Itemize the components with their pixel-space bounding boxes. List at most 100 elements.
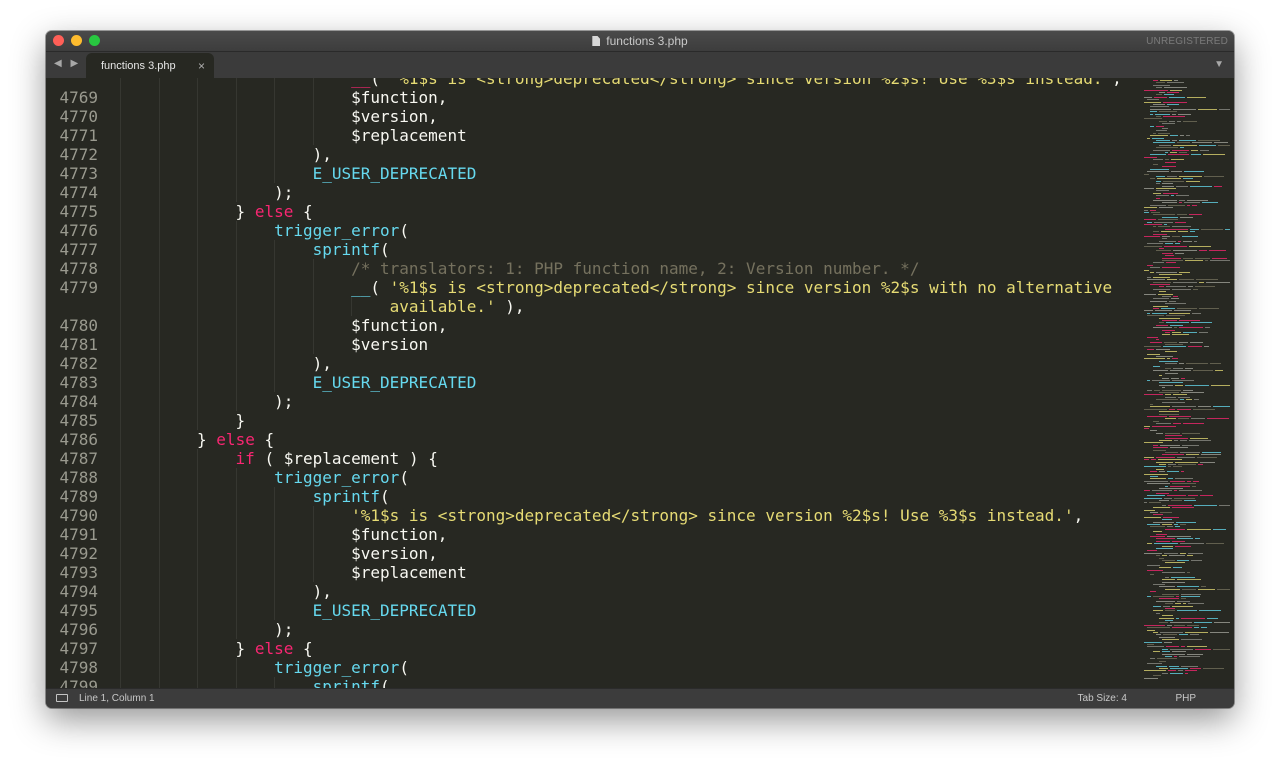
code-line[interactable]: 4771 $replacement: [46, 126, 1141, 145]
tab-close-icon[interactable]: ×: [198, 59, 205, 73]
minimap-stroke: [1184, 500, 1196, 501]
line-number: 4773: [59, 164, 98, 183]
code-line[interactable]: 4784);: [46, 392, 1141, 411]
minimap-stroke: [1165, 418, 1176, 420]
code-line[interactable]: 4780 $function,: [46, 316, 1141, 335]
minimap-stroke: [1209, 250, 1226, 252]
tab-menu-chevron-icon[interactable]: ▼: [1214, 59, 1224, 70]
minimap-stroke: [1144, 624, 1165, 626]
code-line[interactable]: 4792 $version,: [46, 544, 1141, 563]
syntax-selector[interactable]: PHP: [1175, 693, 1196, 704]
minimap-stroke: [1144, 456, 1154, 458]
minimap-stroke: [1159, 291, 1166, 293]
code-line[interactable]: available.' ),: [46, 297, 1141, 316]
code-token: ),: [495, 297, 525, 316]
indent-guide: [235, 354, 237, 373]
minimap-stroke: [1177, 456, 1195, 458]
code-line[interactable]: 4778 /* translators: 1: PHP function name…: [46, 259, 1141, 278]
code-line[interactable]: 4791 $function,: [46, 525, 1141, 544]
minimap-stroke: [1182, 432, 1200, 434]
code-line[interactable]: 4783 E_USER_DEPRECATED: [46, 373, 1141, 392]
indent-guide: [197, 354, 199, 373]
cursor-position[interactable]: Line 1, Column 1: [79, 693, 155, 704]
code-line[interactable]: 4793 $replacement: [46, 563, 1141, 582]
code-line[interactable]: 4779 __( '%1$s is <strong>deprecated</str…: [46, 278, 1141, 297]
minimap-stroke: [1162, 560, 1175, 561]
minimap-stroke: [1162, 672, 1168, 674]
code-line[interactable]: __( '%1$s is <strong>deprecated</strong>…: [46, 78, 1141, 88]
code-line[interactable]: 4790 '%1$s is <strong>deprecated</strong>…: [46, 506, 1141, 525]
indent-guide: [235, 620, 237, 639]
code-line[interactable]: 4770 $version,: [46, 107, 1141, 126]
minimap-stroke: [1190, 185, 1212, 187]
minimap-stroke: [1152, 380, 1170, 381]
minimap-stroke: [1144, 173, 1149, 175]
minimap-stroke: [1201, 627, 1207, 629]
code-editor[interactable]: __( '%1$s is <strong>deprecated</strong>…: [46, 78, 1234, 689]
tab-size-setting[interactable]: Tab Size: 4: [1078, 693, 1127, 704]
indent-guide: [235, 392, 237, 411]
minimap-stroke: [1159, 384, 1173, 386]
indent-guide: [235, 107, 237, 126]
minimap-stroke: [1144, 212, 1149, 213]
minimap-stroke: [1144, 156, 1157, 158]
code-line[interactable]: 4795 E_USER_DEPRECATED: [46, 601, 1141, 620]
code-line[interactable]: 4776 trigger_error(: [46, 221, 1141, 240]
code-line[interactable]: 4797} else {: [46, 639, 1141, 658]
minimap-stroke: [1159, 144, 1171, 146]
code-line[interactable]: 4772),: [46, 145, 1141, 164]
code-line[interactable]: 4781 $version: [46, 335, 1141, 354]
tab-nav-arrows-icon[interactable]: ◀ ▶: [54, 58, 81, 69]
code-line[interactable]: 4789 sprintf(: [46, 487, 1141, 506]
code-line[interactable]: 4769 $function,: [46, 88, 1141, 107]
code-area[interactable]: __( '%1$s is <strong>deprecated</strong>…: [46, 78, 1141, 689]
minimap-stroke: [1158, 293, 1173, 295]
code-line[interactable]: 4787 if ( $replacement ) {: [46, 449, 1141, 468]
minimap-stroke: [1199, 144, 1216, 146]
code-line[interactable]: 4774);: [46, 183, 1141, 202]
minimap-stroke: [1150, 154, 1166, 156]
indent-guide: [158, 221, 160, 240]
code-line[interactable]: 4785}: [46, 411, 1141, 430]
minimap-stroke: [1144, 394, 1163, 396]
panel-toggle-icon[interactable]: [56, 694, 68, 702]
code-line[interactable]: 4788 trigger_error(: [46, 468, 1141, 487]
indent-guide: [274, 373, 276, 392]
minimap-stroke: [1150, 591, 1156, 593]
code-line[interactable]: 4773 E_USER_DEPRECATED: [46, 164, 1141, 183]
code-line[interactable]: 4794),: [46, 582, 1141, 601]
minimap-stroke: [1156, 423, 1171, 425]
minimap-stroke: [1153, 164, 1158, 165]
code-line[interactable]: 4796);: [46, 620, 1141, 639]
minimap-stroke: [1176, 617, 1179, 619]
code-line[interactable]: 4782),: [46, 354, 1141, 373]
minimap-stroke: [1169, 416, 1191, 417]
minimap-stroke: [1197, 456, 1217, 458]
code-line[interactable]: 4786} else {: [46, 430, 1141, 449]
minimap-stroke: [1181, 377, 1185, 379]
minimap-stroke: [1165, 255, 1174, 257]
minimap-stroke: [1166, 315, 1185, 317]
minimap-stroke: [1168, 504, 1192, 506]
minimap-stroke: [1189, 245, 1211, 247]
minimap-stroke: [1153, 447, 1168, 449]
minimap-stroke: [1202, 202, 1218, 204]
minimap-stroke: [1179, 202, 1182, 204]
indent-guide: [197, 278, 199, 297]
minimap-stroke: [1159, 500, 1169, 501]
minimap[interactable]: [1144, 78, 1230, 689]
line-number: 4781: [59, 335, 98, 354]
indent-guide: [158, 373, 160, 392]
indent-guide: [158, 392, 160, 411]
code-line[interactable]: 4775} else {: [46, 202, 1141, 221]
code-line[interactable]: 4798 trigger_error(: [46, 658, 1141, 677]
minimap-stroke: [1184, 202, 1200, 204]
tab-functions-3-php[interactable]: functions 3.php ×: [86, 53, 214, 79]
minimap-stroke: [1144, 207, 1157, 209]
minimap-stroke: [1147, 569, 1163, 571]
code-token: ( $replacement ) {: [254, 449, 438, 468]
code-token: $version: [351, 335, 429, 354]
minimap-stroke: [1166, 286, 1186, 288]
code-line[interactable]: 4777 sprintf(: [46, 240, 1141, 259]
indent-guide: [274, 259, 276, 278]
